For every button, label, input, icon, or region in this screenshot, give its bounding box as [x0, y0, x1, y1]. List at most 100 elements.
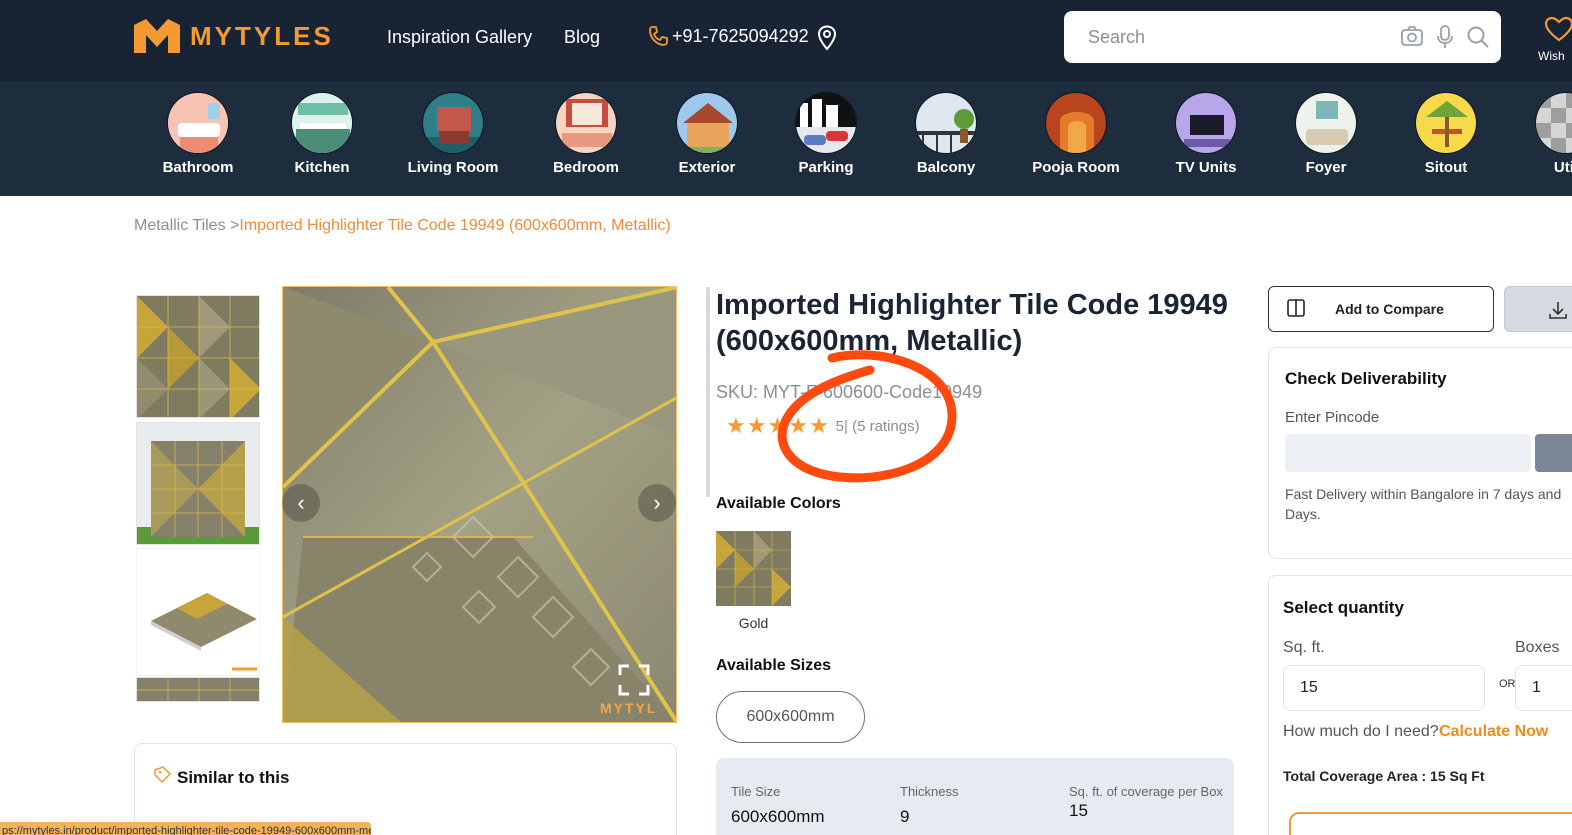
image-watermark: MYTYL — [600, 700, 658, 716]
kitchen-icon — [291, 92, 353, 154]
category-label: TV Units — [1175, 159, 1237, 176]
pincode-input[interactable] — [1285, 434, 1531, 472]
calculate-now-link[interactable]: Calculate Now — [1439, 723, 1548, 741]
category-bedroom[interactable]: Bedroom — [531, 92, 641, 176]
category-strip: Bathroom Kitchen Living Room Bedroom Ext… — [0, 82, 1572, 196]
annotation-circle — [772, 348, 962, 493]
boxes-input[interactable] — [1515, 665, 1572, 711]
spec-key: Tile Size — [731, 784, 781, 799]
camera-icon[interactable] — [1400, 25, 1424, 52]
total-coverage: Total Coverage Area : 15 Sq Ft — [1283, 768, 1485, 784]
category-balcony[interactable]: Balcony — [891, 92, 1001, 176]
tv-units-icon — [1175, 92, 1237, 154]
category-sitout[interactable]: Sitout — [1391, 92, 1501, 176]
category-parking[interactable]: Parking — [771, 92, 881, 176]
sizes-heading: Available Sizes — [716, 657, 832, 674]
brand-name: MYTYLES — [190, 20, 334, 51]
phone-link[interactable]: +91-7625094292 — [648, 25, 809, 47]
spec-coverage: Sq. ft. of coverage per Box 15 — [1069, 782, 1234, 821]
thumbnail-1[interactable] — [136, 295, 260, 418]
delivery-note: Fast Delivery within Bangalore in 7 days… — [1285, 486, 1562, 522]
category-exterior[interactable]: Exterior — [652, 92, 762, 176]
category-label: Balcony — [916, 159, 976, 176]
compare-icon — [1287, 298, 1305, 320]
foyer-icon — [1295, 92, 1357, 154]
category-label: Sitout — [1424, 159, 1468, 176]
prev-image-button[interactable]: ‹ — [282, 484, 320, 522]
sqft-label: Sq. ft. — [1283, 639, 1325, 656]
pincode-label: Enter Pincode — [1285, 409, 1380, 426]
category-label: Bathroom — [162, 159, 234, 176]
brand-logo[interactable]: MYTYLES — [134, 19, 334, 53]
spec-key: Thickness — [900, 784, 959, 799]
sqft-input[interactable] — [1283, 665, 1485, 711]
pooja-room-icon — [1045, 92, 1107, 154]
thumbnail-3[interactable] — [136, 548, 260, 676]
color-swatch-label: Gold — [738, 615, 769, 631]
search-box — [1064, 11, 1501, 63]
quantity-title: Select quantity — [1283, 598, 1404, 617]
bathroom-icon — [167, 92, 229, 154]
living-room-icon — [422, 92, 484, 154]
category-label: Foyer — [1305, 159, 1347, 176]
nav-inspiration-gallery[interactable]: Inspiration Gallery — [387, 27, 532, 48]
category-label: Parking — [798, 159, 854, 176]
category-foyer[interactable]: Foyer — [1271, 92, 1381, 176]
category-label: Bedroom — [553, 159, 619, 176]
colors-heading: Available Colors — [716, 495, 841, 512]
spec-value: 600x600mm — [731, 807, 825, 826]
microphone-icon[interactable] — [1436, 25, 1454, 54]
category-label: Kitchen — [294, 159, 350, 176]
wishlist-link[interactable]: Wish — [1538, 16, 1572, 63]
how-much-label: How much do I need? — [1283, 723, 1439, 740]
thumbnail-4[interactable] — [136, 677, 260, 702]
add-to-cart-button[interactable] — [1289, 812, 1572, 835]
category-living-room[interactable]: Living Room — [398, 92, 508, 176]
spec-value: 9 — [900, 807, 910, 826]
breadcrumb-parent[interactable]: Metallic Tiles > — [134, 217, 239, 234]
size-option[interactable]: 600x600mm — [716, 691, 865, 743]
deliverability-title: Check Deliverability — [1285, 369, 1447, 388]
boxes-label: Boxes — [1515, 639, 1560, 656]
check-pincode-button[interactable] — [1535, 434, 1572, 472]
spec-value: 15 — [1069, 801, 1088, 820]
thumbnail-2[interactable] — [136, 422, 260, 545]
breadcrumb-current: Imported Highlighter Tile Code 19949 (60… — [239, 217, 671, 234]
color-swatch-gold[interactable] — [716, 531, 791, 606]
total-coverage-value: 15 Sq Ft — [1430, 768, 1485, 784]
deliverability-card: Check Deliverability Enter Pincode Fast … — [1268, 347, 1572, 559]
search-icon[interactable] — [1466, 25, 1490, 54]
tag-icon — [153, 766, 173, 789]
category-label: Pooja Room — [1032, 159, 1120, 176]
product-main-image[interactable] — [282, 286, 677, 723]
download-button[interactable] — [1504, 286, 1572, 332]
category-tv-units[interactable]: TV Units — [1151, 92, 1261, 176]
category-util[interactable]: Util — [1511, 92, 1572, 176]
search-input[interactable] — [1088, 23, 1388, 51]
add-to-compare-button[interactable]: Add to Compare — [1268, 286, 1494, 332]
balcony-icon — [915, 92, 977, 154]
compare-label: Add to Compare — [1335, 301, 1444, 317]
location-pin-icon[interactable] — [816, 25, 838, 56]
category-pooja-room[interactable]: Pooja Room — [1021, 92, 1131, 176]
quantity-card: Select quantity Sq. ft. Boxes OR How muc… — [1268, 575, 1572, 835]
next-image-button[interactable]: › — [638, 484, 676, 522]
category-kitchen[interactable]: Kitchen — [267, 92, 377, 176]
spec-key: Sq. ft. of coverage per Box — [1069, 784, 1223, 799]
logo-mark-icon — [134, 19, 180, 53]
phone-number: +91-7625094292 — [672, 25, 809, 46]
spec-panel: Tile Size 600x600mm Thickness 9 Sq. ft. … — [716, 758, 1234, 835]
fullscreen-icon[interactable] — [618, 664, 650, 701]
heart-icon — [1544, 16, 1572, 42]
category-label: Util — [1553, 159, 1572, 176]
download-icon — [1549, 301, 1567, 324]
star-icon: ★ — [726, 413, 746, 438]
status-bar-url: ps://mytyles.in/product/imported-highlig… — [0, 822, 371, 835]
top-header: MYTYLES Inspiration Gallery Blog +91-762… — [0, 0, 1572, 82]
wishlist-label: Wish — [1538, 49, 1565, 63]
category-bathroom[interactable]: Bathroom — [143, 92, 253, 176]
nav-blog[interactable]: Blog — [564, 27, 600, 48]
similar-title: Similar to this — [177, 768, 290, 787]
chevron-right-icon: › — [653, 490, 661, 515]
or-separator: OR — [1499, 678, 1516, 690]
